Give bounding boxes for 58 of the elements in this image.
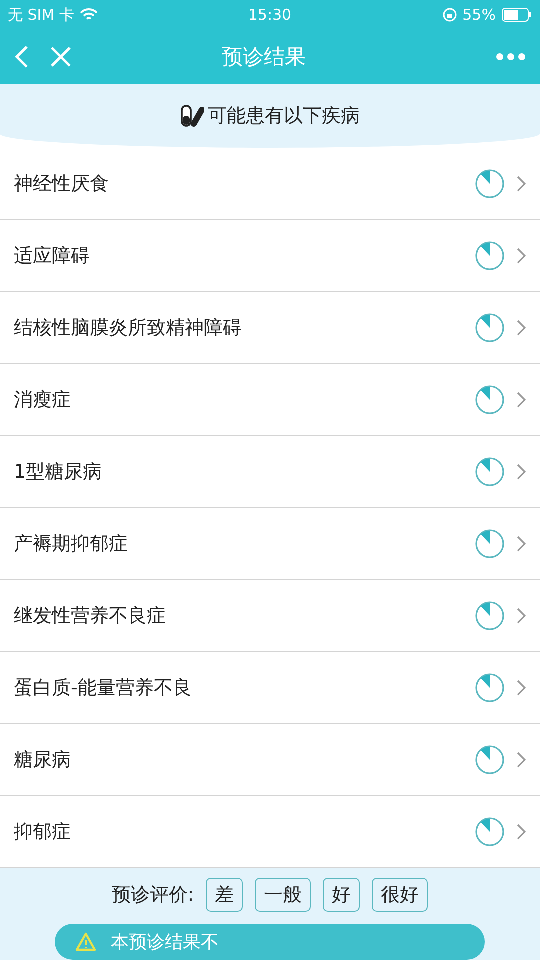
rating-option[interactable]: 一般 xyxy=(255,878,312,912)
wifi-icon xyxy=(80,8,98,22)
disease-item[interactable]: 蛋白质-能量营养不良 xyxy=(0,652,540,724)
rotation-lock-icon xyxy=(442,8,457,22)
progress-pie-icon xyxy=(475,168,505,198)
chevron-right-icon xyxy=(517,680,526,696)
more-icon[interactable] xyxy=(496,53,526,61)
rating-option[interactable]: 好 xyxy=(323,878,360,912)
progress-pie-icon xyxy=(475,744,505,774)
disease-item[interactable]: 适应障碍 xyxy=(0,220,540,292)
chevron-right-icon xyxy=(517,248,526,264)
disease-item[interactable]: 1型糖尿病 xyxy=(0,436,540,508)
header-text: 可能患有以下疾病 xyxy=(208,104,360,129)
chevron-right-icon xyxy=(517,536,526,552)
disease-name: 产褥期抑郁症 xyxy=(14,532,129,556)
progress-pie-icon xyxy=(475,816,505,846)
pills-icon xyxy=(180,104,204,128)
disease-item[interactable]: 糖尿病 xyxy=(0,724,540,796)
progress-pie-icon xyxy=(475,456,505,486)
rating-option[interactable]: 差 xyxy=(206,878,244,912)
progress-pie-icon xyxy=(475,600,505,630)
warning-icon xyxy=(75,932,97,952)
page-title: 预诊结果 xyxy=(221,44,307,71)
progress-pie-icon xyxy=(475,672,505,702)
battery-percent: 55% xyxy=(462,6,496,24)
disease-name: 抑郁症 xyxy=(14,820,72,844)
disease-name: 适应障碍 xyxy=(14,244,91,268)
notice-text: 本预诊结果不 xyxy=(111,931,219,954)
carrier-label: 无 SIM 卡 xyxy=(8,6,74,24)
progress-pie-icon xyxy=(475,384,505,414)
rating-option[interactable]: 很好 xyxy=(372,878,428,912)
disease-name: 继发性营养不良症 xyxy=(14,604,167,628)
disease-name: 结核性脑膜炎所致精神障碍 xyxy=(14,316,243,340)
disease-item[interactable]: 产褥期抑郁症 xyxy=(0,508,540,580)
disease-name: 糖尿病 xyxy=(14,748,72,772)
disease-name: 神经性厌食 xyxy=(14,172,110,196)
chevron-right-icon xyxy=(517,752,526,768)
status-time: 15:30 xyxy=(248,6,292,24)
back-icon[interactable] xyxy=(14,45,30,69)
close-icon[interactable] xyxy=(50,46,72,68)
chevron-right-icon xyxy=(517,824,526,840)
disease-item[interactable]: 神经性厌食 xyxy=(0,148,540,220)
progress-pie-icon xyxy=(475,528,505,558)
chevron-right-icon xyxy=(517,176,526,192)
progress-pie-icon xyxy=(475,312,505,342)
progress-pie-icon xyxy=(475,240,505,270)
chevron-right-icon xyxy=(517,608,526,624)
disease-item[interactable]: 继发性营养不良症 xyxy=(0,580,540,652)
disease-item[interactable]: 结核性脑膜炎所致精神障碍 xyxy=(0,292,540,364)
disease-name: 消瘦症 xyxy=(14,388,72,412)
chevron-right-icon xyxy=(517,392,526,408)
rating-label: 预诊评价: xyxy=(112,883,194,908)
chevron-right-icon xyxy=(517,320,526,336)
disease-name: 1型糖尿病 xyxy=(14,460,104,484)
disease-item[interactable]: 消瘦症 xyxy=(0,364,540,436)
chevron-right-icon xyxy=(517,464,526,480)
disease-name: 蛋白质-能量营养不良 xyxy=(14,676,193,700)
battery-icon xyxy=(502,8,532,22)
